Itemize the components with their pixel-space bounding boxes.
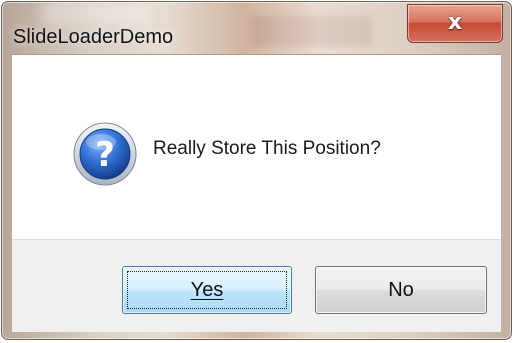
dialog-content: ? Really Store This Position? <box>12 54 501 239</box>
message-dialog: SlideLoaderDemo x ? Really Store This Po… <box>1 1 512 340</box>
no-button-label: No <box>388 279 414 301</box>
title-bar[interactable]: SlideLoaderDemo x <box>2 2 511 54</box>
close-icon: x <box>447 10 463 35</box>
no-button[interactable]: No <box>315 266 487 314</box>
button-bar: Yes No <box>12 239 501 332</box>
window-title: SlideLoaderDemo <box>13 26 174 48</box>
question-icon: ? <box>73 122 137 186</box>
svg-text:?: ? <box>95 135 115 175</box>
dialog-message: Really Store This Position? <box>153 138 381 159</box>
close-button[interactable]: x <box>407 4 503 43</box>
focus-ring <box>127 271 287 309</box>
yes-button[interactable]: Yes <box>122 266 292 314</box>
